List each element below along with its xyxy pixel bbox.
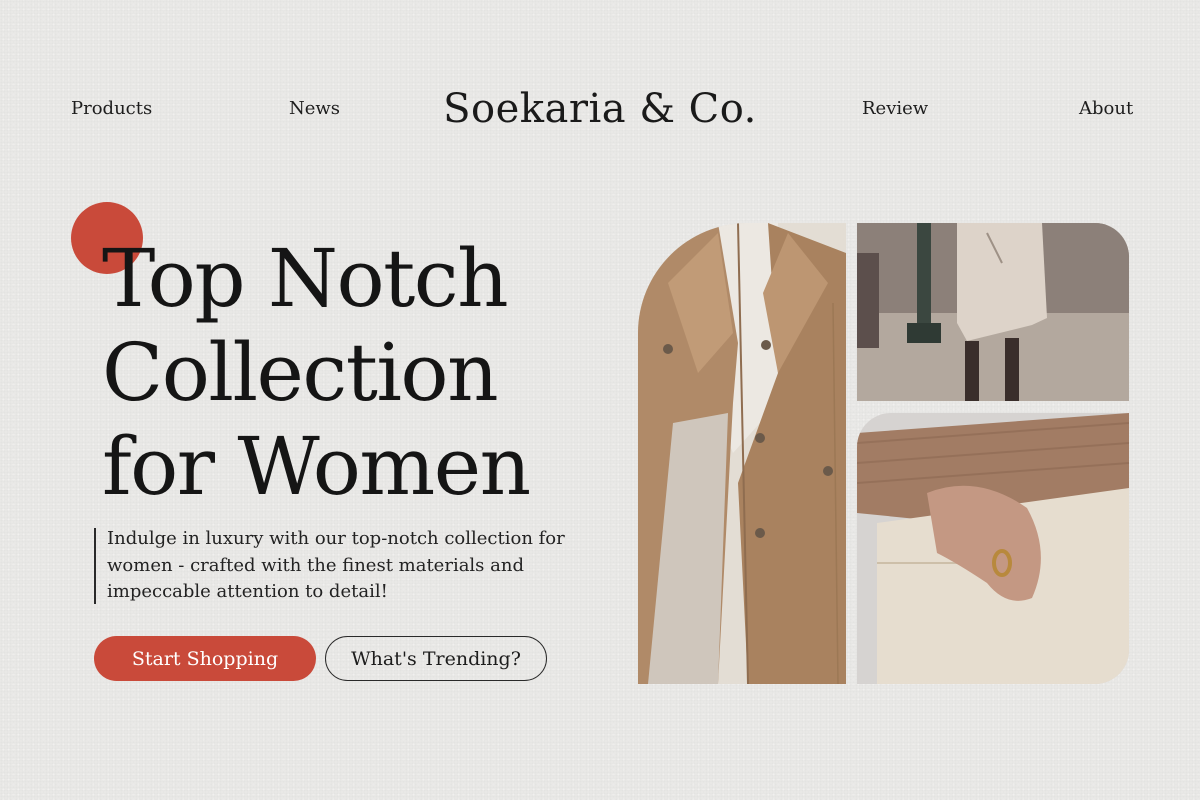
description-rule	[94, 528, 96, 604]
hero-description: Indulge in luxury with our top-notch col…	[107, 528, 565, 602]
nav-review[interactable]: Review	[862, 98, 928, 119]
street-photo	[857, 223, 1129, 401]
hero-headline: Top Notch Collection for Women	[102, 232, 622, 514]
headline-line-1: Top Notch	[102, 232, 509, 325]
nav-about[interactable]: About	[1079, 98, 1133, 119]
whats-trending-button[interactable]: What's Trending?	[325, 636, 547, 681]
start-shopping-button[interactable]: Start Shopping	[94, 636, 316, 681]
pocket-photo	[857, 413, 1129, 684]
brand-logo[interactable]: Soekaria & Co.	[0, 86, 1200, 132]
headline-line-3: for Women	[102, 420, 531, 513]
coat-photo	[638, 223, 846, 684]
headline-line-2: Collection	[102, 326, 499, 419]
